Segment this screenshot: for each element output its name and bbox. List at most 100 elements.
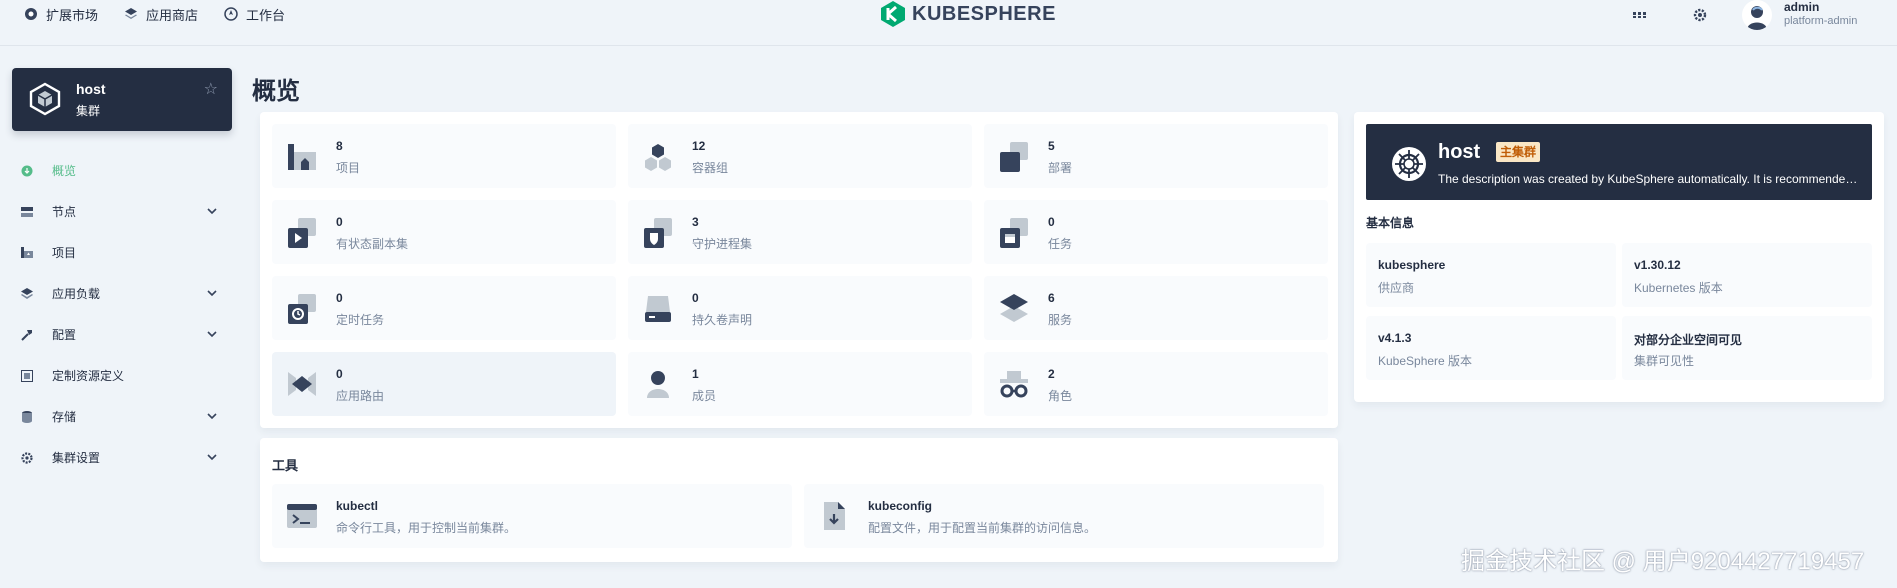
resource-count: 0 bbox=[336, 367, 343, 381]
chevron-down-icon bbox=[207, 454, 217, 461]
info-value: v1.30.12 bbox=[1634, 258, 1681, 272]
nav-extensions[interactable]: 扩展市场 bbox=[24, 4, 98, 24]
kubernetes-helm-icon bbox=[1392, 147, 1426, 181]
kubeconfig-file-icon bbox=[824, 502, 845, 530]
star-icon[interactable]: ☆ bbox=[204, 79, 218, 99]
chevron-down-icon bbox=[207, 208, 217, 215]
sidebar-item-label: 配置 bbox=[52, 328, 77, 342]
tool-name: kubectl bbox=[336, 499, 379, 513]
sidebar-item-nodes[interactable]: 节点 bbox=[12, 191, 232, 232]
resource-label: 角色 bbox=[1048, 389, 1073, 403]
cluster-name: host bbox=[76, 81, 106, 97]
resource-card-cronjobs[interactable]: 0 定时任务 bbox=[272, 276, 616, 340]
settings-button[interactable] bbox=[1690, 6, 1710, 24]
avatar[interactable] bbox=[1742, 0, 1772, 30]
info-kubesphere-version: v4.1.3 KubeSphere 版本 bbox=[1366, 316, 1616, 380]
nav-extensions-label: 扩展市场 bbox=[46, 7, 99, 23]
resource-count: 5 bbox=[1048, 139, 1055, 153]
basic-info-title: 基本信息 bbox=[1366, 216, 1415, 230]
kubesphere-logo-icon bbox=[881, 1, 905, 27]
pod-icon bbox=[645, 144, 671, 171]
cluster-selector[interactable]: host 集群 ☆ bbox=[12, 68, 232, 131]
terminal-icon bbox=[287, 504, 317, 528]
chevron-down-icon bbox=[207, 290, 217, 297]
top-bar: 扩展市场 应用商店 工作台 KUBESPHERE admin platform-… bbox=[0, 0, 1897, 46]
apps-grid-button[interactable] bbox=[1630, 6, 1650, 24]
sidebar-item-workloads[interactable]: 应用负载 bbox=[12, 273, 232, 314]
sidebar-item-storage[interactable]: 存储 bbox=[12, 396, 232, 437]
cluster-cube-icon bbox=[29, 82, 61, 116]
sidebar-item-label: 概览 bbox=[52, 164, 77, 178]
sidebar-item-overview[interactable]: 概览 bbox=[12, 150, 232, 191]
info-key: Kubernetes 版本 bbox=[1634, 281, 1723, 295]
storage-icon bbox=[12, 410, 42, 423]
resource-label: 定时任务 bbox=[336, 313, 385, 327]
nav-workbench[interactable]: 工作台 bbox=[224, 4, 285, 24]
resource-card-services[interactable]: 6 服务 bbox=[984, 276, 1328, 340]
resource-card-jobs[interactable]: 0 任务 bbox=[984, 200, 1328, 264]
info-provider: kubesphere 供应商 bbox=[1366, 243, 1616, 307]
resource-label: 服务 bbox=[1048, 313, 1073, 327]
daemonset-icon bbox=[644, 218, 672, 248]
resource-label: 任务 bbox=[1048, 237, 1073, 251]
sidebar-item-label: 节点 bbox=[52, 205, 77, 219]
host-cluster-badge: 主集群 bbox=[1496, 142, 1541, 162]
grid-icon bbox=[1633, 12, 1646, 18]
resource-label: 部署 bbox=[1048, 161, 1073, 175]
info-key: KubeSphere 版本 bbox=[1378, 354, 1473, 368]
page-title: 概览 bbox=[252, 78, 300, 105]
resource-count: 6 bbox=[1048, 291, 1055, 305]
kubesphere-logo[interactable]: KUBESPHERE bbox=[880, 0, 1056, 28]
resource-label: 守护进程集 bbox=[692, 237, 753, 251]
sidebar-item-label: 定制资源定义 bbox=[52, 369, 125, 383]
info-value: 对部分企业空间可见 bbox=[1634, 333, 1743, 347]
sidebar-item-cluster-settings[interactable]: 集群设置 bbox=[12, 437, 232, 478]
resource-card-members[interactable]: 1 成员 bbox=[628, 352, 972, 416]
resource-card-daemonsets[interactable]: 3 守护进程集 bbox=[628, 200, 972, 264]
user-avatar-icon bbox=[1747, 6, 1767, 30]
logo-text: KUBESPHERE bbox=[912, 2, 1056, 25]
top-nav: 扩展市场 应用商店 工作台 bbox=[24, 4, 285, 24]
sidebar-item-label: 应用负载 bbox=[52, 287, 101, 301]
resource-card-roles[interactable]: 2 角色 bbox=[984, 352, 1328, 416]
resource-card-deployments[interactable]: 5 部署 bbox=[984, 124, 1328, 188]
watermark: 掘金技术社区 @ 用户9204427719457 bbox=[1461, 548, 1865, 575]
tool-kubectl[interactable]: kubectl 命令行工具，用于控制当前集群。 bbox=[272, 484, 792, 548]
resource-card-ingresses[interactable]: 0 应用路由 bbox=[272, 352, 616, 416]
user-role: platform-admin bbox=[1784, 15, 1858, 27]
resource-count: 1 bbox=[692, 367, 699, 381]
workbench-icon bbox=[224, 7, 238, 21]
chevron-down-icon bbox=[207, 413, 217, 420]
info-key: 集群可见性 bbox=[1634, 354, 1695, 368]
resource-label: 应用路由 bbox=[336, 389, 385, 403]
info-value: v4.1.3 bbox=[1378, 331, 1412, 345]
resource-card-pods[interactable]: 12 容器组 bbox=[628, 124, 972, 188]
cronjob-icon bbox=[288, 294, 316, 324]
tool-kubeconfig[interactable]: kubeconfig 配置文件，用于配置当前集群的访问信息。 bbox=[804, 484, 1324, 548]
sidebar-item-projects[interactable]: 项目 bbox=[12, 232, 232, 273]
info-key: 供应商 bbox=[1378, 281, 1415, 295]
user-name[interactable]: admin bbox=[1784, 0, 1819, 14]
resource-count: 2 bbox=[1048, 367, 1055, 381]
project-icon bbox=[288, 144, 316, 170]
cluster-type: 集群 bbox=[76, 104, 101, 118]
statefulset-icon bbox=[288, 218, 316, 248]
workloads-icon bbox=[12, 287, 42, 300]
resource-count: 0 bbox=[692, 291, 699, 305]
ingress-icon bbox=[288, 372, 316, 396]
service-icon bbox=[1000, 294, 1028, 322]
resource-label: 有状态副本集 bbox=[336, 237, 409, 251]
crd-icon bbox=[12, 369, 42, 382]
nav-appstore[interactable]: 应用商店 bbox=[124, 4, 198, 24]
member-icon bbox=[647, 371, 669, 398]
resource-card-pvcs[interactable]: 0 持久卷声明 bbox=[628, 276, 972, 340]
resource-count: 0 bbox=[336, 291, 343, 305]
overview-icon bbox=[12, 165, 42, 177]
resource-label: 容器组 bbox=[692, 161, 729, 175]
resource-card-statefulsets[interactable]: 0 有状态副本集 bbox=[272, 200, 616, 264]
nav-appstore-label: 应用商店 bbox=[146, 7, 199, 23]
sidebar-item-config[interactable]: 配置 bbox=[12, 314, 232, 355]
sidebar-item-crd[interactable]: 定制资源定义 bbox=[12, 355, 232, 396]
resource-label: 持久卷声明 bbox=[692, 313, 753, 327]
resource-card-projects[interactable]: 8 项目 bbox=[272, 124, 616, 188]
